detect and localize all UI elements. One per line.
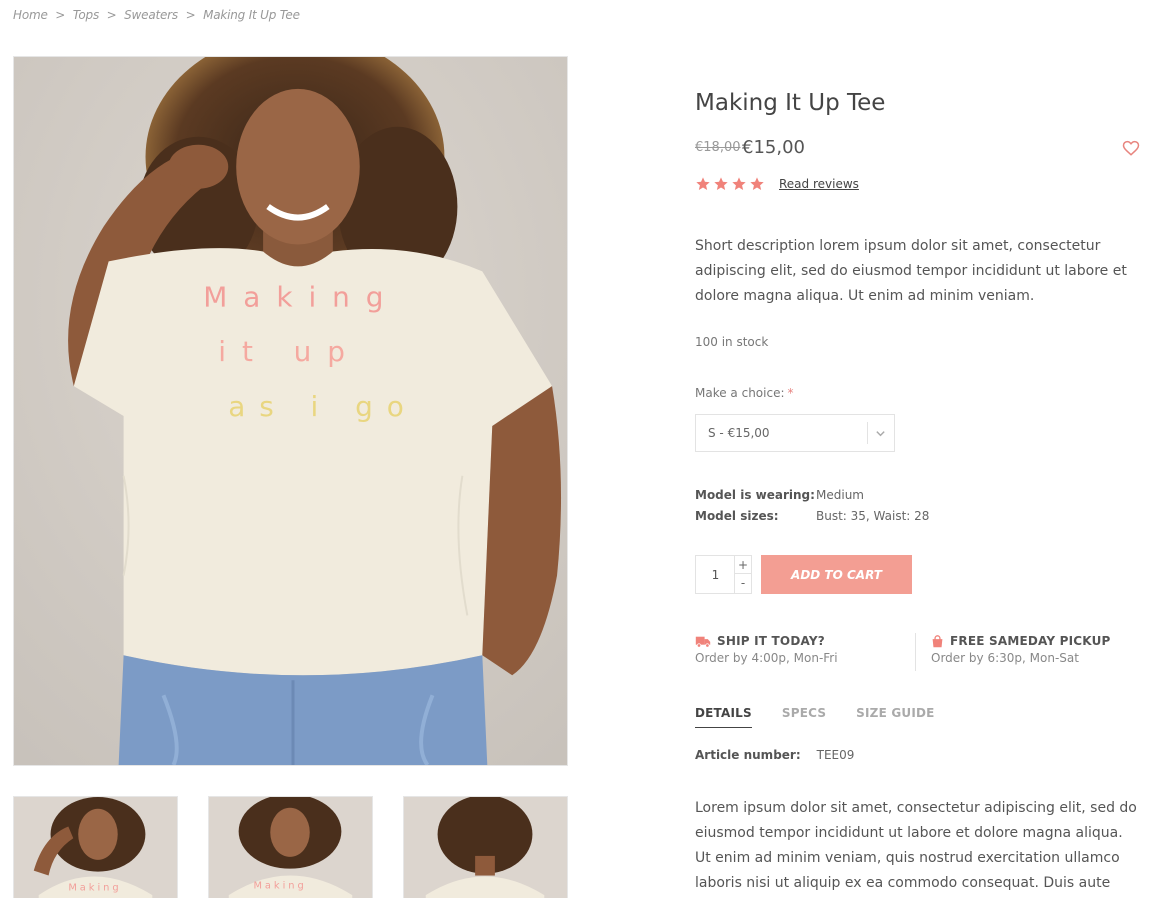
breadcrumb-sweaters[interactable]: Sweaters	[124, 8, 178, 22]
star-icon	[750, 177, 764, 190]
variation-label: Make a choice: *	[695, 386, 794, 400]
truck-icon	[695, 636, 711, 648]
ship-today-title: SHIP IT TODAY?	[695, 634, 910, 648]
size-select[interactable]: S - €15,00	[695, 414, 895, 452]
current-price: €15,00	[742, 137, 805, 158]
tab-specs[interactable]: SPECS	[782, 706, 826, 728]
price-row: €18,00 €15,00	[695, 137, 1140, 161]
required-mark: *	[787, 386, 794, 400]
product-photo: Making it up as i go	[14, 57, 567, 765]
product-tabs: DETAILS SPECS SIZE GUIDE	[695, 706, 965, 728]
article-number: Article number: TEE09	[695, 748, 854, 762]
shirt-print-line: Making	[68, 882, 121, 893]
quantity-input[interactable]	[696, 556, 735, 593]
article-number-label: Article number:	[695, 748, 801, 762]
quantity-stepper: + -	[695, 555, 752, 594]
model-sizes-row: Model sizes: Bust: 35, Waist: 28	[695, 506, 929, 527]
thumbnail-2[interactable]: Making	[208, 796, 373, 898]
model-sizes-label: Model sizes:	[695, 509, 779, 523]
article-number-value: TEE09	[816, 748, 855, 762]
pickup-info: FREE SAMEDAY PICKUP Order by 6:30p, Mon-…	[931, 634, 1146, 665]
thumbnail-1[interactable]: Making	[13, 796, 178, 898]
ship-today-info: SHIP IT TODAY? Order by 4:00p, Mon-Fri	[695, 634, 910, 665]
star-icon	[732, 177, 746, 190]
shirt-print-line: it up	[218, 335, 361, 368]
shopping-bag-icon	[932, 634, 943, 647]
quantity-increase-button[interactable]: +	[735, 556, 751, 574]
quantity-decrease-button[interactable]: -	[735, 574, 751, 592]
ship-today-subtitle: Order by 4:00p, Mon-Fri	[695, 651, 838, 665]
thumbnail-photo: Making	[209, 797, 372, 898]
model-wearing-label: Model is wearing:	[695, 488, 815, 502]
pickup-subtitle: Order by 6:30p, Mon-Sat	[931, 651, 1079, 665]
thumbnail-photo: Making	[14, 797, 177, 898]
short-description: Short description lorem ipsum dolor sit …	[695, 238, 1127, 304]
shirt-print-line: Making	[253, 880, 306, 891]
wishlist-heart-icon[interactable]	[1122, 139, 1140, 157]
breadcrumb-tops[interactable]: Tops	[73, 8, 99, 22]
old-price: €18,00	[695, 140, 741, 155]
add-to-cart-button[interactable]: ADD TO CART	[761, 555, 912, 594]
shirt-print-line: Making	[203, 280, 399, 313]
product-title: Making It Up Tee	[695, 90, 886, 116]
thumbnail-strip: Making Making	[13, 796, 568, 898]
variation-label-text: Make a choice:	[695, 386, 785, 400]
ship-today-title-text: SHIP IT TODAY?	[717, 634, 825, 648]
long-description: Lorem ipsum dolor sit amet, consectetur …	[695, 800, 1137, 891]
thumbnail-photo	[404, 797, 567, 898]
breadcrumb-current: Making It Up Tee	[203, 8, 300, 22]
size-select-value: S - €15,00	[708, 426, 770, 440]
breadcrumb-separator: >	[185, 8, 196, 22]
star-icon	[696, 177, 710, 190]
shipping-divider	[915, 633, 916, 671]
read-reviews-link[interactable]: Read reviews	[779, 177, 859, 191]
pickup-title-text: FREE SAMEDAY PICKUP	[950, 634, 1111, 648]
model-sizes-value: Bust: 35, Waist: 28	[816, 509, 930, 523]
tab-details[interactable]: DETAILS	[695, 706, 752, 728]
breadcrumb-separator: >	[55, 8, 66, 22]
select-divider	[867, 422, 868, 444]
model-info: Model is wearing:Medium Model sizes: Bust…	[695, 485, 929, 527]
pickup-title: FREE SAMEDAY PICKUP	[931, 634, 1146, 648]
breadcrumb: Home > Tops > Sweaters > Making It Up Te…	[13, 8, 300, 22]
thumbnail-3[interactable]	[403, 796, 568, 898]
model-wearing-value: Medium	[816, 488, 864, 502]
stock-status: 100 in stock	[695, 335, 769, 349]
product-rating: Read reviews	[695, 175, 859, 193]
star-rating	[695, 176, 765, 192]
shirt-print-line: as i go	[228, 390, 418, 423]
breadcrumb-separator: >	[106, 8, 117, 22]
tab-size-guide[interactable]: SIZE GUIDE	[856, 706, 934, 728]
product-main-image[interactable]: Making it up as i go	[13, 56, 568, 766]
star-icon	[714, 177, 728, 190]
model-wearing-row: Model is wearing:Medium	[695, 485, 929, 506]
quantity-buttons: + -	[734, 556, 751, 593]
chevron-down-icon	[876, 431, 885, 437]
breadcrumb-home[interactable]: Home	[13, 8, 48, 22]
